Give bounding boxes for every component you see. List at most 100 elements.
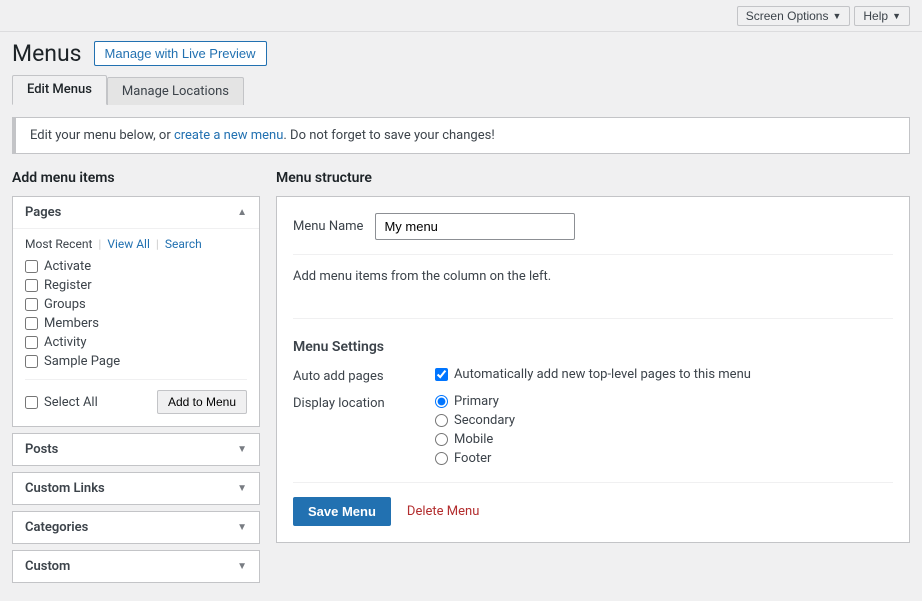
screen-options-label: Screen Options: [746, 9, 829, 23]
select-all-checkbox[interactable]: [25, 396, 38, 409]
location-mobile[interactable]: Mobile: [435, 432, 515, 447]
page-checkbox-register[interactable]: [25, 279, 38, 292]
display-location-value: Primary Secondary Mobile: [435, 394, 515, 466]
menu-footer: Save Menu Delete Menu: [293, 482, 893, 526]
page-label-groups: Groups: [44, 297, 86, 312]
label-secondary: Secondary: [454, 413, 515, 428]
page-item-groups[interactable]: Groups: [25, 297, 247, 312]
menu-name-input[interactable]: [375, 213, 575, 240]
pages-footer: Select All Add to Menu: [25, 379, 247, 414]
tab-manage-locations[interactable]: Manage Locations: [107, 77, 244, 105]
radio-secondary[interactable]: [435, 414, 448, 427]
posts-accordion: Posts ▼: [12, 433, 260, 466]
page-header: Menus Manage with Live Preview: [0, 32, 922, 67]
help-button[interactable]: Help ▼: [854, 6, 910, 26]
categories-accordion: Categories ▼: [12, 511, 260, 544]
save-menu-button[interactable]: Save Menu: [293, 497, 391, 526]
notice-bar: Edit your menu below, or create a new me…: [12, 117, 910, 154]
add-to-menu-button[interactable]: Add to Menu: [157, 390, 247, 414]
select-all-label: Select All: [44, 395, 98, 410]
label-primary: Primary: [454, 394, 499, 409]
page-title: Menus: [12, 40, 82, 67]
pages-tab-most-recent[interactable]: Most Recent: [25, 237, 92, 251]
page-item-activate[interactable]: Activate: [25, 259, 247, 274]
content-area: Edit your menu below, or create a new me…: [0, 105, 922, 601]
page-item-activity[interactable]: Activity: [25, 335, 247, 350]
page-checkbox-groups[interactable]: [25, 298, 38, 311]
tabs-bar: Edit Menus Manage Locations: [0, 67, 922, 105]
create-new-menu-link[interactable]: create a new menu: [174, 128, 283, 143]
menu-settings-section: Menu Settings Auto add pages Automatical…: [293, 339, 893, 466]
auto-add-row: Auto add pages Automatically add new top…: [293, 367, 893, 384]
display-location-row: Display location Primary Secondary: [293, 394, 893, 466]
menu-name-row: Menu Name: [293, 213, 893, 255]
page-label-sample: Sample Page: [44, 354, 120, 369]
notice-text: Edit your menu below, or: [30, 128, 174, 143]
display-location-label: Display location: [293, 394, 423, 466]
page-item-members[interactable]: Members: [25, 316, 247, 331]
auto-add-value: Automatically add new top-level pages to…: [435, 367, 751, 384]
delete-menu-link[interactable]: Delete Menu: [407, 504, 479, 519]
pages-tab-view-all[interactable]: View All: [107, 237, 150, 251]
select-all-item[interactable]: Select All: [25, 395, 98, 410]
location-primary[interactable]: Primary: [435, 394, 515, 409]
pages-list: Activate Register Groups Members: [25, 259, 247, 379]
pages-tab-search[interactable]: Search: [165, 237, 202, 251]
page-label-activity: Activity: [44, 335, 87, 350]
radio-footer[interactable]: [435, 452, 448, 465]
page-label-members: Members: [44, 316, 99, 331]
posts-accordion-header[interactable]: Posts ▼: [13, 434, 259, 465]
label-mobile: Mobile: [454, 432, 493, 447]
custom-accordion-header[interactable]: Custom ▼: [13, 551, 259, 582]
custom-accordion: Custom ▼: [12, 550, 260, 583]
categories-chevron-icon: ▼: [237, 522, 247, 533]
top-bar-right: Screen Options ▼ Help ▼: [737, 6, 910, 26]
radio-primary[interactable]: [435, 395, 448, 408]
page-checkbox-sample[interactable]: [25, 355, 38, 368]
location-footer[interactable]: Footer: [435, 451, 515, 466]
custom-label: Custom: [25, 559, 70, 574]
page-label-register: Register: [44, 278, 92, 293]
location-secondary[interactable]: Secondary: [435, 413, 515, 428]
auto-add-text: Automatically add new top-level pages to…: [454, 367, 751, 382]
menu-structure-box: Menu Name Add menu items from the column…: [276, 196, 910, 543]
page-item-register[interactable]: Register: [25, 278, 247, 293]
screen-options-arrow-icon: ▼: [832, 11, 841, 21]
menu-structure-title: Menu structure: [276, 170, 910, 186]
categories-accordion-header[interactable]: Categories ▼: [13, 512, 259, 543]
custom-chevron-icon: ▼: [237, 561, 247, 572]
auto-add-checkbox[interactable]: [435, 368, 448, 381]
notice-after-link: . Do not forget to save your changes!: [283, 128, 494, 143]
pages-accordion-header[interactable]: Pages ▲: [13, 197, 259, 228]
two-column-layout: Add menu items Pages ▲ Most Recent | Vie…: [12, 170, 910, 589]
screen-options-button[interactable]: Screen Options ▼: [737, 6, 851, 26]
help-label: Help: [863, 9, 888, 23]
left-column: Add menu items Pages ▲ Most Recent | Vie…: [12, 170, 260, 589]
page-checkbox-activity[interactable]: [25, 336, 38, 349]
help-arrow-icon: ▼: [892, 11, 901, 21]
menu-name-label: Menu Name: [293, 219, 363, 234]
add-menu-items-title: Add menu items: [12, 170, 260, 186]
menu-hint: Add menu items from the column on the le…: [293, 269, 893, 319]
page-label-activate: Activate: [44, 259, 91, 274]
posts-label: Posts: [25, 442, 58, 457]
pages-chevron-icon: ▲: [237, 207, 247, 218]
auto-add-label: Auto add pages: [293, 367, 423, 384]
page-checkbox-members[interactable]: [25, 317, 38, 330]
page-checkbox-activate[interactable]: [25, 260, 38, 273]
auto-add-checkbox-item[interactable]: Automatically add new top-level pages to…: [435, 367, 751, 382]
categories-label: Categories: [25, 520, 88, 535]
custom-links-chevron-icon: ▼: [237, 483, 247, 494]
pages-accordion-content: Most Recent | View All | Search Activate: [13, 228, 259, 426]
live-preview-button[interactable]: Manage with Live Preview: [94, 41, 267, 66]
page-item-sample[interactable]: Sample Page: [25, 354, 247, 369]
label-footer: Footer: [454, 451, 491, 466]
top-bar: Screen Options ▼ Help ▼: [0, 0, 922, 32]
radio-mobile[interactable]: [435, 433, 448, 446]
pages-accordion: Pages ▲ Most Recent | View All | Search: [12, 196, 260, 427]
pages-tabs: Most Recent | View All | Search: [25, 229, 247, 259]
pages-label: Pages: [25, 205, 61, 220]
custom-links-accordion-header[interactable]: Custom Links ▼: [13, 473, 259, 504]
tab-edit-menus[interactable]: Edit Menus: [12, 75, 107, 105]
custom-links-accordion: Custom Links ▼: [12, 472, 260, 505]
